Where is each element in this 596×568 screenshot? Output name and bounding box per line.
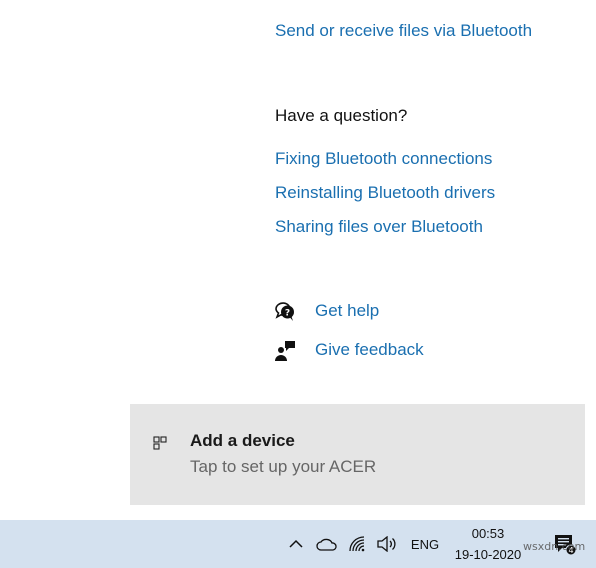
send-receive-files-link[interactable]: Send or receive files via Bluetooth: [275, 21, 532, 41]
help-chat-icon: ?: [274, 300, 296, 322]
fixing-bluetooth-link[interactable]: Fixing Bluetooth connections: [275, 149, 492, 169]
clock[interactable]: 00:53 19-10-2020: [448, 523, 528, 565]
chevron-up-icon[interactable]: [286, 520, 306, 568]
toast-title: Add a device: [190, 431, 295, 450]
add-device-icon: [153, 436, 167, 450]
taskbar: ENG 00:53 19-10-2020 4: [0, 520, 596, 568]
cloud-icon[interactable]: [314, 520, 340, 568]
language-indicator[interactable]: ENG: [406, 520, 444, 568]
svg-text:?: ?: [285, 309, 290, 319]
sharing-files-link[interactable]: Sharing files over Bluetooth: [275, 217, 483, 237]
give-feedback-row[interactable]: Give feedback: [274, 338, 424, 362]
add-device-notification[interactable]: Add a device Tap to set up your ACER: [130, 404, 585, 505]
question-heading: Have a question?: [275, 106, 408, 125]
give-feedback-link[interactable]: Give feedback: [315, 340, 424, 360]
volume-icon[interactable]: [374, 520, 400, 568]
clock-date: 19-10-2020: [454, 547, 522, 562]
get-help-row[interactable]: ? Get help: [274, 299, 379, 323]
clock-time: 00:53: [471, 526, 505, 541]
wifi-icon[interactable]: [346, 520, 370, 568]
reinstalling-drivers-link[interactable]: Reinstalling Bluetooth drivers: [275, 183, 495, 203]
get-help-link[interactable]: Get help: [315, 301, 379, 321]
watermark: wsxdn.com: [523, 540, 586, 553]
toast-subtitle: Tap to set up your ACER: [190, 457, 377, 476]
feedback-icon: [274, 339, 296, 361]
